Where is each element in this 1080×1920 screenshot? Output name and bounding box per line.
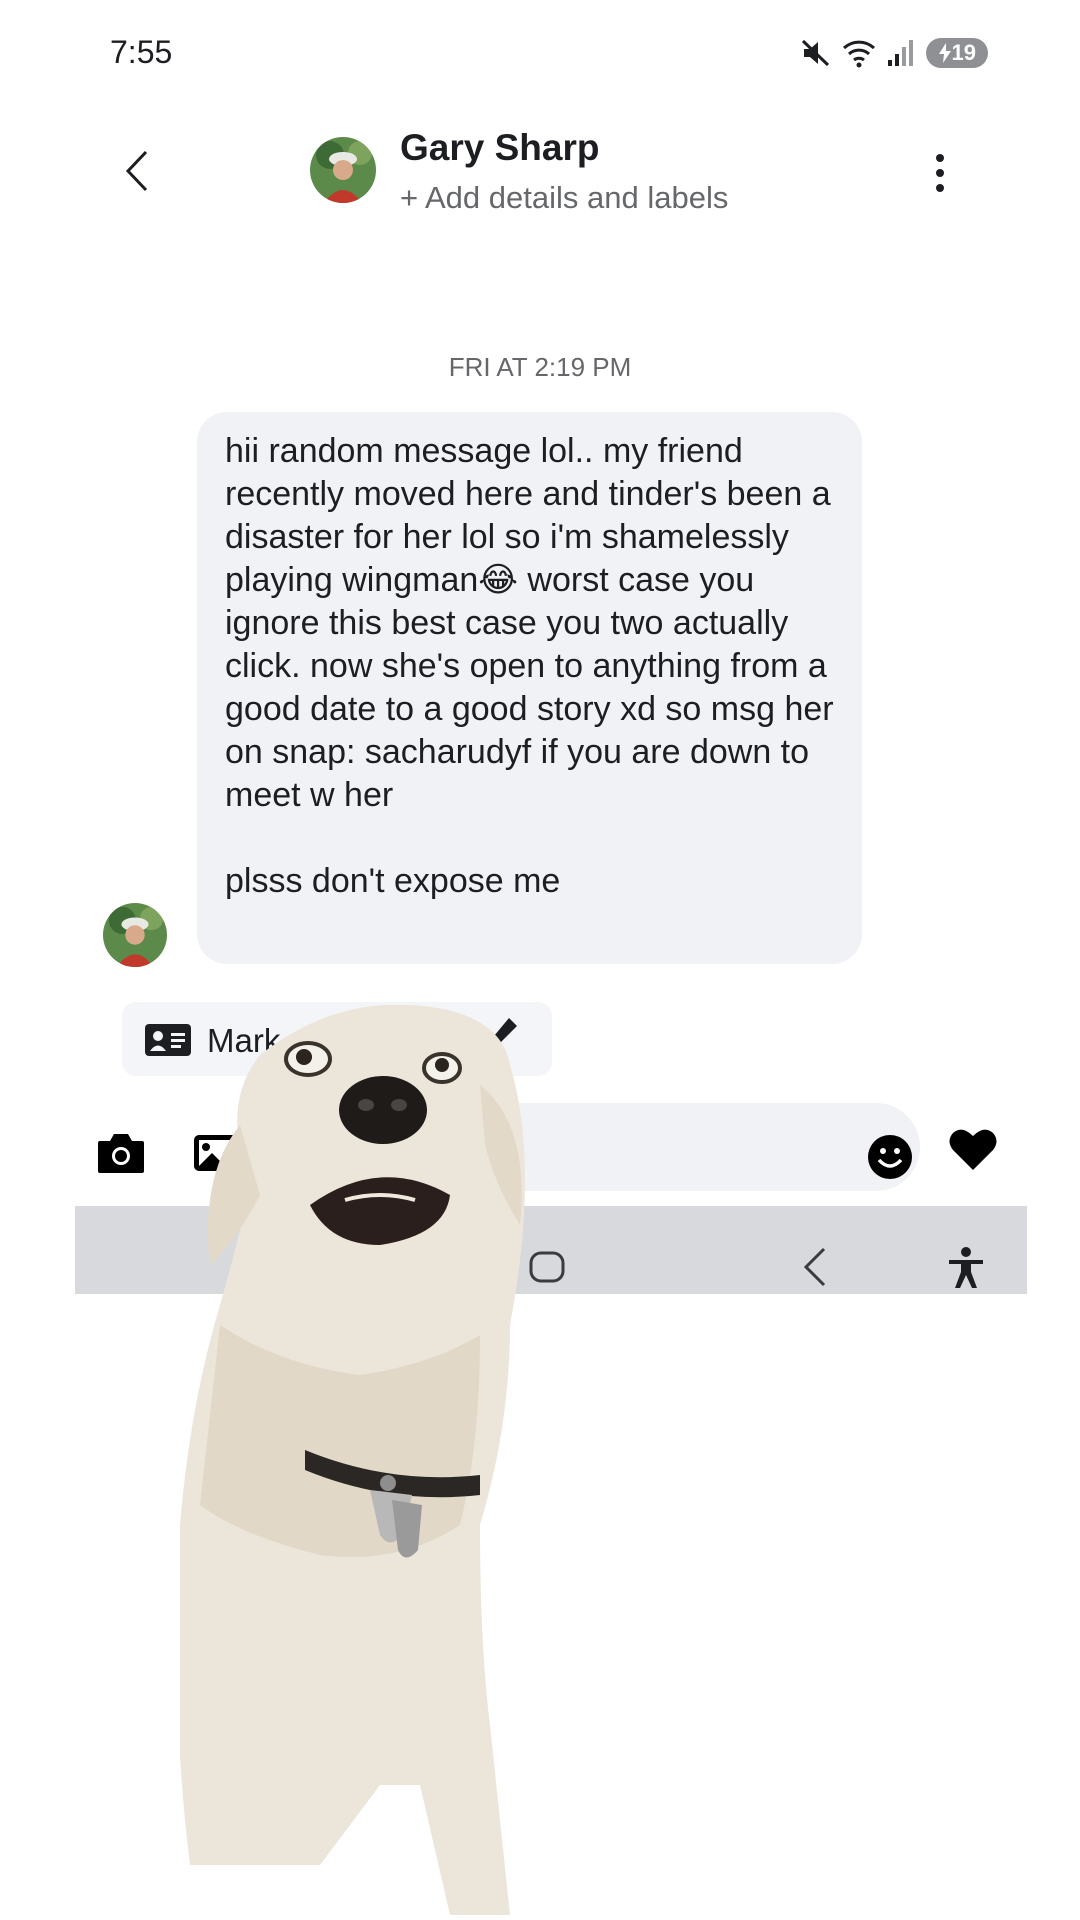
add-details-link[interactable]: + Add details and labels — [400, 180, 728, 216]
mute-icon — [801, 39, 829, 67]
contact-name[interactable]: Gary Sharp — [400, 127, 599, 169]
battery-level: 19 — [951, 40, 976, 65]
more-options-button[interactable] — [928, 150, 952, 196]
signal-icon — [887, 40, 913, 66]
status-time: 7:55 — [110, 34, 173, 70]
sender-avatar[interactable] — [103, 903, 167, 967]
back-button[interactable] — [118, 148, 158, 194]
battery-indicator: 19 — [925, 38, 988, 68]
emoji-button[interactable] — [866, 1133, 914, 1181]
message-text: hii random message lol.. my friend recen… — [225, 432, 834, 900]
accessibility-button[interactable] — [946, 1246, 986, 1290]
camera-button[interactable] — [96, 1131, 146, 1175]
avatar-image — [103, 903, 167, 967]
wifi-icon — [842, 40, 875, 68]
status-icons: 19 — [800, 36, 988, 70]
nav-back-button[interactable] — [800, 1246, 830, 1288]
message-timestamp: FRI AT 2:19 PM — [448, 352, 632, 382]
dog-sticker — [180, 1005, 525, 1915]
battery-charging-icon — [938, 43, 951, 63]
heart-button[interactable] — [948, 1126, 998, 1172]
avatar[interactable] — [310, 137, 376, 203]
avatar-image — [310, 137, 376, 203]
